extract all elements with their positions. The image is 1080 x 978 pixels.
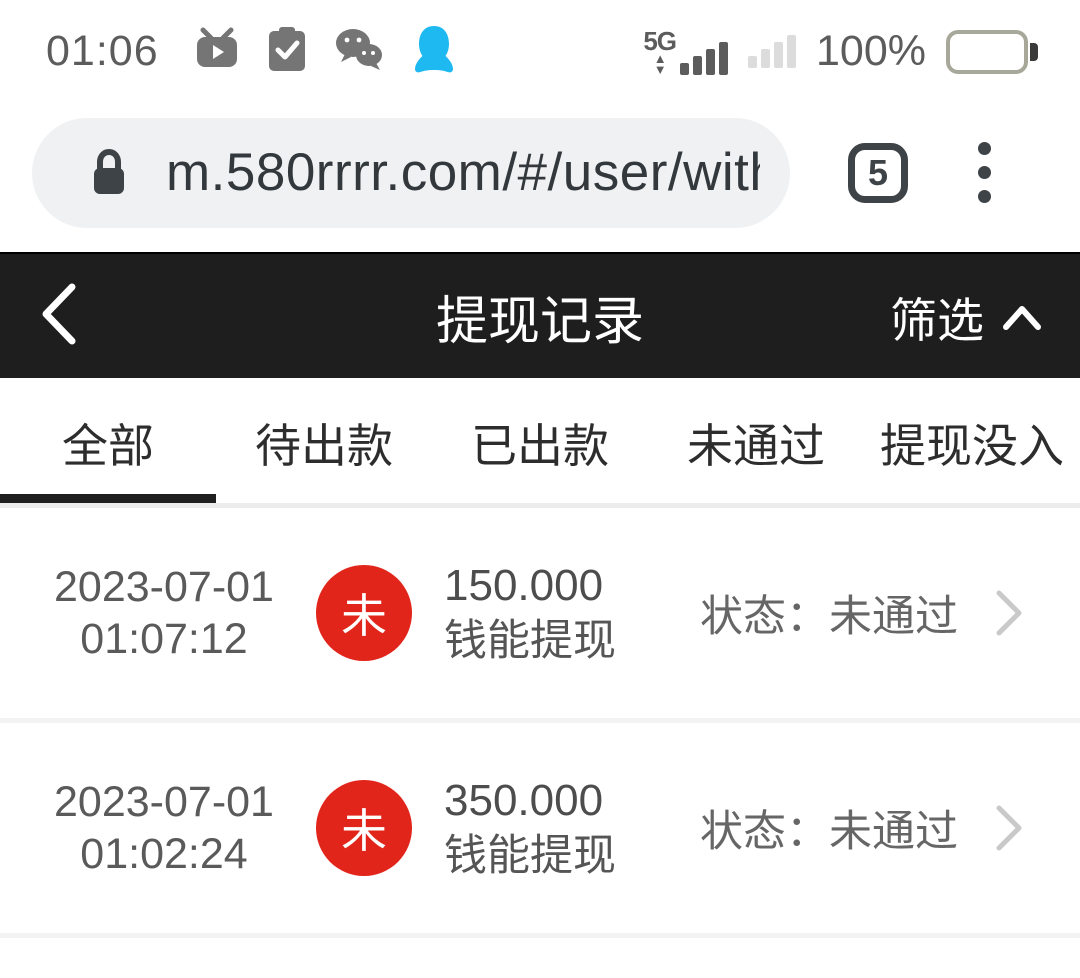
tab-rejected[interactable]: 未通过 bbox=[648, 378, 864, 508]
tab-not-credited[interactable]: 提现没入 bbox=[864, 378, 1080, 508]
url-omnibox[interactable]: m.580rrrr.com/#/user/withd bbox=[32, 118, 790, 228]
record-status: 状态：未通过 bbox=[700, 797, 958, 859]
status-badge-label: 未 bbox=[341, 795, 387, 861]
empty-space bbox=[0, 938, 1080, 978]
notification-icons bbox=[193, 24, 457, 79]
tab-label: 待出款 bbox=[255, 410, 393, 476]
tab-label: 全部 bbox=[62, 410, 154, 476]
clock-time: 01:06 bbox=[46, 27, 159, 76]
record-time: 01:02:24 bbox=[28, 828, 300, 880]
battery-percent-label: 100% bbox=[816, 27, 926, 76]
record-time: 01:07:12 bbox=[28, 613, 300, 665]
status-badge: 未 bbox=[316, 565, 412, 661]
chevron-right-icon[interactable] bbox=[992, 587, 1026, 639]
record-amount-block: 150.000 钱能提现 bbox=[444, 558, 700, 668]
record-status: 状态：未通过 bbox=[700, 582, 958, 644]
lock-icon bbox=[88, 148, 130, 198]
tab-count-label: 5 bbox=[868, 152, 888, 194]
tab-pending-payout[interactable]: 待出款 bbox=[216, 378, 432, 508]
tab-counter-button[interactable]: 5 bbox=[848, 143, 908, 203]
browser-toolbar: m.580rrrr.com/#/user/withd 5 bbox=[0, 103, 1080, 252]
chevron-right-icon[interactable] bbox=[992, 802, 1026, 854]
filter-tabs: 全部 待出款 已出款 未通过 提现没入 bbox=[0, 378, 1080, 508]
record-date: 2023-07-01 bbox=[28, 776, 300, 828]
kebab-menu-icon[interactable] bbox=[972, 136, 997, 209]
record-datetime: 2023-07-01 01:02:24 bbox=[28, 776, 300, 881]
tasks-check-icon bbox=[267, 25, 307, 78]
record-method: 钱能提现 bbox=[444, 614, 700, 668]
tab-label: 提现没入 bbox=[880, 410, 1064, 476]
status-bar-right: 5G ▲▼ 100% bbox=[643, 27, 1038, 76]
withdrawal-record-list: 2023-07-01 01:07:12 未 150.000 钱能提现 状态：未通… bbox=[0, 508, 1080, 978]
record-amount: 150.000 bbox=[444, 558, 700, 613]
filter-button[interactable]: 筛选 bbox=[890, 282, 1044, 351]
record-amount: 350.000 bbox=[444, 773, 700, 828]
chevron-up-icon bbox=[1000, 289, 1044, 344]
back-button[interactable] bbox=[36, 276, 106, 356]
signal-5g-icon: 5G ▲▼ bbox=[643, 28, 728, 75]
phone-screen: 01:06 5G ▲▼ 100% bbox=[0, 0, 1080, 978]
filter-label: 筛选 bbox=[890, 282, 984, 351]
record-datetime: 2023-07-01 01:07:12 bbox=[28, 561, 300, 666]
record-amount-block: 350.000 钱能提现 bbox=[444, 773, 700, 883]
record-date: 2023-07-01 bbox=[28, 561, 300, 613]
status-badge-label: 未 bbox=[341, 580, 387, 646]
record-row[interactable]: 2023-07-01 01:07:12 未 150.000 钱能提现 状态：未通… bbox=[0, 508, 1080, 718]
wechat-icon bbox=[333, 26, 385, 77]
back-chevron-icon bbox=[36, 281, 80, 352]
tab-label: 未通过 bbox=[687, 410, 825, 476]
battery-icon bbox=[946, 30, 1038, 74]
signal-bars-sim2-icon bbox=[748, 35, 796, 68]
status-badge: 未 bbox=[316, 780, 412, 876]
url-text[interactable]: m.580rrrr.com/#/user/withd bbox=[166, 142, 760, 203]
tab-paid-out[interactable]: 已出款 bbox=[432, 378, 648, 508]
app-header: 提现记录 筛选 bbox=[0, 252, 1080, 378]
record-method: 钱能提现 bbox=[444, 829, 700, 883]
updown-arrows-icon: ▲▼ bbox=[654, 54, 666, 75]
status-bar: 01:06 5G ▲▼ 100% bbox=[0, 0, 1080, 103]
bilibili-icon bbox=[193, 27, 241, 76]
tab-label: 已出款 bbox=[471, 410, 609, 476]
tab-all[interactable]: 全部 bbox=[0, 378, 216, 508]
qq-icon bbox=[411, 24, 457, 79]
signal-bars-sim1-icon bbox=[680, 42, 728, 75]
record-row[interactable]: 2023-07-01 01:02:24 未 350.000 钱能提现 状态：未通… bbox=[0, 723, 1080, 933]
